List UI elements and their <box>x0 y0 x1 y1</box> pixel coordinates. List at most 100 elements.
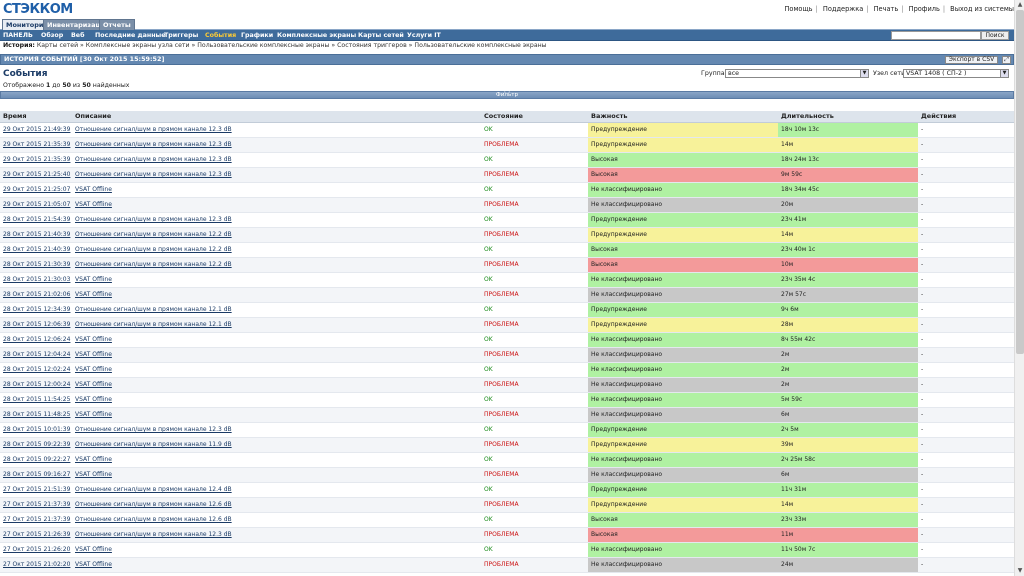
chevron-down-icon[interactable]: ▼ <box>1000 70 1008 77</box>
event-description-link[interactable]: Отношение сигнал/шум в прямом канале 12.… <box>75 501 232 508</box>
search-input[interactable] <box>891 31 981 40</box>
event-time-link[interactable]: 29 Окт 2015 21:35:39 <box>3 141 70 148</box>
event-time-link[interactable]: 28 Окт 2015 12:06:39 <box>3 321 70 328</box>
event-time-link[interactable]: 27 Окт 2015 21:51:39 <box>3 486 70 493</box>
event-description-link[interactable]: VSAT Offline <box>75 366 112 373</box>
event-time-link[interactable]: 28 Окт 2015 09:22:39 <box>3 441 70 448</box>
event-time-link[interactable]: 27 Окт 2015 21:02:20 <box>3 561 70 568</box>
event-time-link[interactable]: 28 Окт 2015 12:34:39 <box>3 306 70 313</box>
event-time-link[interactable]: 28 Окт 2015 21:30:39 <box>3 261 70 268</box>
filter-toggle[interactable]: ˆ Фильтр ˆ <box>0 91 1014 99</box>
subnav-item-overview[interactable]: Обзор <box>41 30 63 41</box>
event-description-link[interactable]: Отношение сигнал/шум в прямом канале 12.… <box>75 306 232 313</box>
cell-severity: Не классифицировано <box>588 557 778 573</box>
subnav-item-dashboard[interactable]: ПАНЕЛЬ <box>3 30 33 41</box>
event-description-link[interactable]: Отношение сигнал/шум в прямом канале 12.… <box>75 216 232 223</box>
event-time-link[interactable]: 28 Окт 2015 10:01:39 <box>3 426 70 433</box>
event-time-link[interactable]: 29 Окт 2015 21:25:07 <box>3 186 70 193</box>
event-time-link[interactable]: 28 Окт 2015 11:48:25 <box>3 411 70 418</box>
scrollbar-thumb[interactable] <box>1016 10 1024 354</box>
support-link[interactable]: Поддержка <box>823 5 863 13</box>
subnav-item-graphs[interactable]: Графики <box>241 30 273 41</box>
event-time-link[interactable]: 28 Окт 2015 12:06:24 <box>3 336 70 343</box>
tab-reports[interactable]: Отчеты <box>99 19 135 30</box>
cell-description: Отношение сигнал/шум в прямом канале 12.… <box>72 302 481 318</box>
breadcrumb: История: Карты сетей » Комплексные экран… <box>0 41 1014 50</box>
event-time-link[interactable]: 28 Окт 2015 09:22:27 <box>3 456 70 463</box>
event-time-link[interactable]: 28 Окт 2015 09:16:27 <box>3 471 70 478</box>
table-row: 29 Окт 2015 21:35:39 Отношение сигнал/шум… <box>0 152 1014 168</box>
event-description-link[interactable]: Отношение сигнал/шум в прямом канале 12.… <box>75 426 232 433</box>
event-time-link[interactable]: 29 Окт 2015 21:49:39 <box>3 126 70 133</box>
fullscreen-icon[interactable]: ⤢ <box>1002 56 1011 64</box>
event-description-link[interactable]: VSAT Offline <box>75 411 112 418</box>
subnav-item-maps[interactable]: Карты сетей <box>358 30 404 41</box>
event-time-link[interactable]: 28 Окт 2015 21:30:03 <box>3 276 70 283</box>
event-description-link[interactable]: Отношение сигнал/шум в прямом канале 12.… <box>75 231 232 238</box>
event-description-link[interactable]: VSAT Offline <box>75 396 112 403</box>
event-description-link[interactable]: Отношение сигнал/шум в прямом канале 12.… <box>75 531 232 538</box>
cell-description: Отношение сигнал/шум в прямом канале 12.… <box>72 422 481 438</box>
event-description-link[interactable]: Отношение сигнал/шум в прямом канале 11.… <box>75 441 232 448</box>
subnav-item-web[interactable]: Веб <box>71 30 84 41</box>
scroll-up-icon[interactable]: ▲ <box>1015 0 1024 10</box>
event-time-link[interactable]: 28 Окт 2015 12:00:24 <box>3 381 70 388</box>
event-description-link[interactable]: VSAT Offline <box>75 351 112 358</box>
cell-duration: 14м <box>778 497 918 513</box>
subnav-item-triggers[interactable]: Триггеры <box>164 30 198 41</box>
history-path[interactable]: Карты сетей » Комплексные экраны узла се… <box>37 42 547 49</box>
search-button[interactable]: Поиск <box>981 31 1009 40</box>
event-description-link[interactable]: Отношение сигнал/шум в прямом канале 12.… <box>75 171 232 178</box>
subnav-item-latest-data[interactable]: Последние данные <box>95 30 166 41</box>
event-time-link[interactable]: 27 Окт 2015 21:37:39 <box>3 501 70 508</box>
help-link[interactable]: Помощь <box>784 5 812 13</box>
logout-link[interactable]: Выход из системы <box>950 5 1014 13</box>
chevron-down-icon[interactable]: ▼ <box>860 70 868 77</box>
event-description-link[interactable]: Отношение сигнал/шум в прямом канале 12.… <box>75 246 232 253</box>
event-time-link[interactable]: 29 Окт 2015 21:35:39 <box>3 156 70 163</box>
event-description-link[interactable]: VSAT Offline <box>75 456 112 463</box>
event-description-link[interactable]: VSAT Offline <box>75 471 112 478</box>
event-description-link[interactable]: Отношение сигнал/шум в прямом канале 12.… <box>75 126 232 133</box>
print-link[interactable]: Печать <box>874 5 899 13</box>
event-description-link[interactable]: Отношение сигнал/шум в прямом канале 12.… <box>75 156 232 163</box>
group-select[interactable]: все ▼ <box>725 69 869 78</box>
event-time-link[interactable]: 28 Окт 2015 21:02:06 <box>3 291 70 298</box>
scroll-down-icon[interactable]: ▼ <box>1015 566 1024 576</box>
event-time-link[interactable]: 28 Окт 2015 11:54:25 <box>3 396 70 403</box>
event-time-link[interactable]: 28 Окт 2015 21:40:39 <box>3 246 70 253</box>
event-description-link[interactable]: Отношение сигнал/шум в прямом канале 12.… <box>75 141 232 148</box>
event-description-link[interactable]: Отношение сигнал/шум в прямом канале 12.… <box>75 261 232 268</box>
column-header-time[interactable]: Время <box>0 111 72 123</box>
subnav-item-it-services[interactable]: Услуги IT <box>407 30 441 41</box>
event-time-link[interactable]: 28 Окт 2015 12:02:24 <box>3 366 70 373</box>
event-description-link[interactable]: VSAT Offline <box>75 201 112 208</box>
event-description-link[interactable]: Отношение сигнал/шум в прямом канале 12.… <box>75 321 232 328</box>
event-description-link[interactable]: Отношение сигнал/шум в прямом канале 12.… <box>75 516 232 523</box>
event-time-link[interactable]: 28 Окт 2015 21:40:39 <box>3 231 70 238</box>
subnav-item-events[interactable]: События <box>205 30 236 41</box>
subnav-item-screens[interactable]: Комплексные экраны <box>277 30 356 41</box>
export-csv-button[interactable]: Экспорт в CSV <box>945 56 998 64</box>
logo[interactable]: СТЭККОМ <box>3 2 73 17</box>
node-select[interactable]: VSAT 1408 ( СП-2 ) ▼ <box>903 69 1009 78</box>
table-row: 29 Окт 2015 21:25:40 Отношение сигнал/шум… <box>0 167 1014 183</box>
event-description-link[interactable]: VSAT Offline <box>75 336 112 343</box>
event-description-link[interactable]: VSAT Offline <box>75 276 112 283</box>
event-description-link[interactable]: VSAT Offline <box>75 291 112 298</box>
event-time-link[interactable]: 28 Окт 2015 12:04:24 <box>3 351 70 358</box>
event-time-link[interactable]: 27 Окт 2015 21:26:39 <box>3 531 70 538</box>
event-time-link[interactable]: 27 Окт 2015 21:26:20 <box>3 546 70 553</box>
scrollbar[interactable]: ▲ ▼ <box>1014 0 1024 576</box>
event-time-link[interactable]: 28 Окт 2015 21:54:39 <box>3 216 70 223</box>
event-time-link[interactable]: 27 Окт 2015 21:37:39 <box>3 516 70 523</box>
profile-link[interactable]: Профиль <box>909 5 940 13</box>
event-description-link[interactable]: VSAT Offline <box>75 381 112 388</box>
cell-actions: - <box>918 152 1014 168</box>
event-description-link[interactable]: Отношение сигнал/шум в прямом канале 12.… <box>75 486 232 493</box>
event-description-link[interactable]: VSAT Offline <box>75 186 112 193</box>
event-time-link[interactable]: 29 Окт 2015 21:05:07 <box>3 201 70 208</box>
event-description-link[interactable]: VSAT Offline <box>75 561 112 568</box>
event-description-link[interactable]: VSAT Offline <box>75 546 112 553</box>
event-time-link[interactable]: 29 Окт 2015 21:25:40 <box>3 171 70 178</box>
